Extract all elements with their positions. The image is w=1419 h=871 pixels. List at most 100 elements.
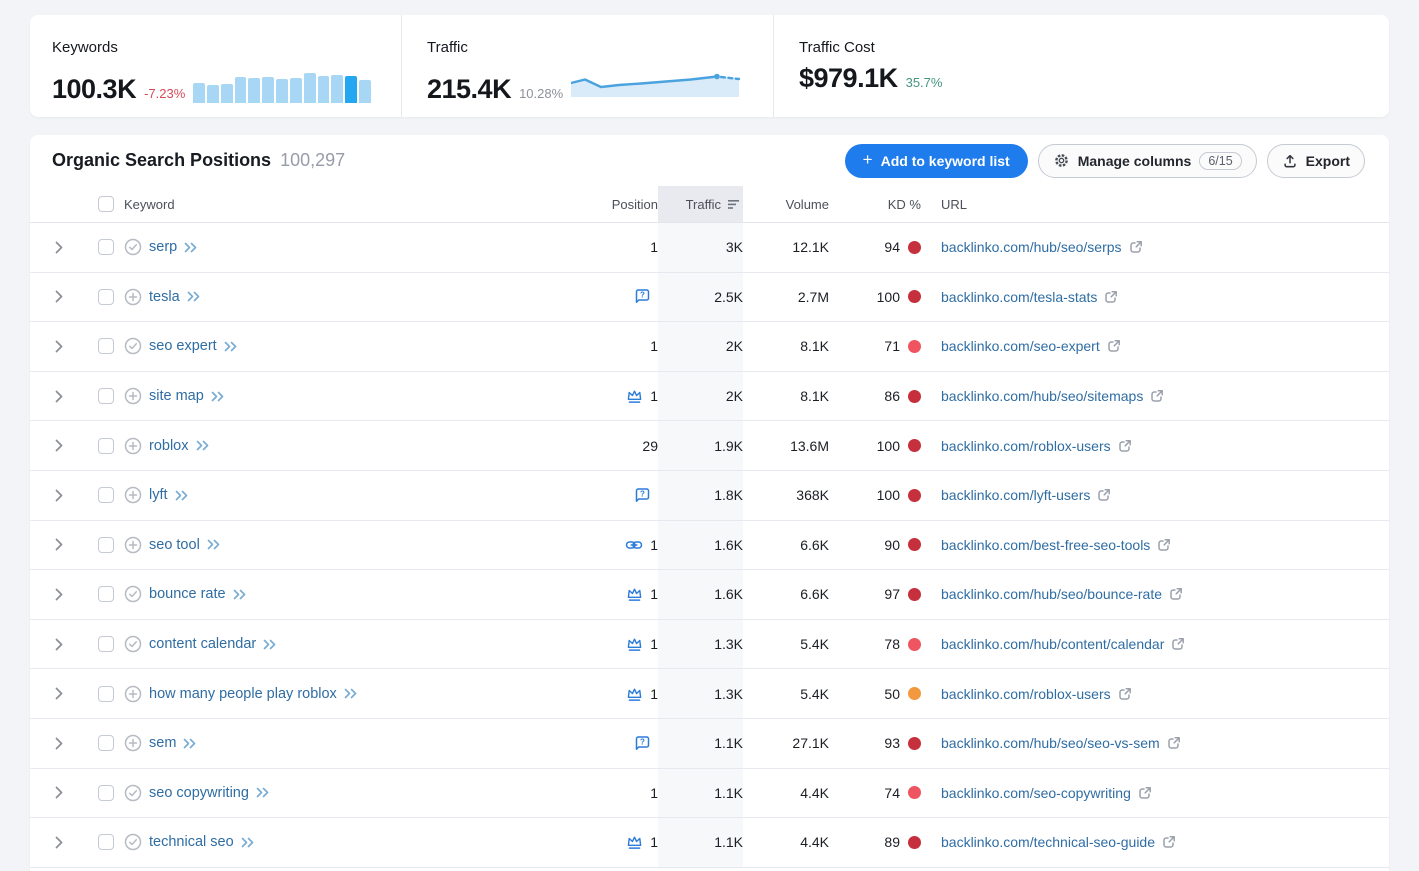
open-keyword-icon[interactable]	[241, 837, 255, 848]
external-link-icon[interactable]	[1107, 339, 1121, 353]
open-keyword-icon[interactable]	[233, 589, 247, 600]
select-all-checkbox[interactable]	[98, 196, 114, 212]
keyword-link[interactable]: bounce rate	[149, 586, 226, 602]
col-kd[interactable]: KD %	[829, 186, 921, 222]
row-checkbox[interactable]	[98, 239, 114, 255]
row-checkbox[interactable]	[98, 338, 114, 354]
keywords-value: 100.3K	[52, 76, 136, 103]
url-link[interactable]: backlinko.com/hub/seo/seo-vs-sem	[941, 735, 1160, 751]
expand-row-button[interactable]	[30, 223, 88, 272]
open-keyword-icon[interactable]	[196, 440, 210, 451]
keyword-link[interactable]: lyft	[149, 487, 168, 503]
external-link-icon[interactable]	[1118, 439, 1132, 453]
col-volume[interactable]: Volume	[743, 186, 829, 222]
url-link[interactable]: backlinko.com/hub/seo/sitemaps	[941, 388, 1143, 404]
url-link[interactable]: backlinko.com/lyft-users	[941, 487, 1090, 503]
add-to-keyword-list-button[interactable]: + Add to keyword list	[845, 144, 1028, 178]
chevron-right-icon	[55, 538, 63, 551]
external-link-icon[interactable]	[1097, 488, 1111, 502]
position-value: 1	[650, 388, 658, 404]
open-keyword-icon[interactable]	[256, 787, 270, 798]
keywords-bar	[276, 79, 288, 103]
open-keyword-icon[interactable]	[175, 490, 189, 501]
row-checkbox[interactable]	[98, 834, 114, 850]
row-checkbox[interactable]	[98, 586, 114, 602]
chevron-right-icon	[55, 786, 63, 799]
traffic-value: 1.1K	[658, 719, 743, 768]
open-keyword-icon[interactable]	[187, 291, 201, 302]
external-link-icon[interactable]	[1169, 587, 1183, 601]
keyword-link[interactable]: seo copywriting	[149, 785, 249, 801]
url-link[interactable]: backlinko.com/seo-copywriting	[941, 785, 1131, 801]
col-position[interactable]: Position	[516, 186, 658, 222]
results-count: 100,297	[280, 150, 345, 171]
url-link[interactable]: backlinko.com/roblox-users	[941, 438, 1111, 454]
keyword-link[interactable]: roblox	[149, 438, 189, 454]
external-link-icon[interactable]	[1138, 786, 1152, 800]
expand-row-button[interactable]	[30, 769, 88, 818]
url-link[interactable]: backlinko.com/hub/seo/bounce-rate	[941, 586, 1162, 602]
external-link-icon[interactable]	[1118, 687, 1132, 701]
keyword-link[interactable]: site map	[149, 388, 204, 404]
export-button[interactable]: Export	[1267, 144, 1365, 178]
manage-columns-button[interactable]: Manage columns 6/15	[1038, 144, 1257, 178]
row-checkbox[interactable]	[98, 636, 114, 652]
keyword-link[interactable]: sem	[149, 735, 176, 751]
open-keyword-icon[interactable]	[224, 341, 238, 352]
keyword-link[interactable]: seo expert	[149, 338, 217, 354]
keyword-link[interactable]: tesla	[149, 289, 180, 305]
keyword-link[interactable]: content calendar	[149, 636, 256, 652]
open-keyword-icon[interactable]	[183, 738, 197, 749]
external-link-icon[interactable]	[1171, 637, 1185, 651]
row-checkbox[interactable]	[98, 289, 114, 305]
url-link[interactable]: backlinko.com/tesla-stats	[941, 289, 1097, 305]
open-keyword-icon[interactable]	[207, 539, 221, 550]
row-checkbox[interactable]	[98, 785, 114, 801]
expand-row-button[interactable]	[30, 372, 88, 421]
expand-row-button[interactable]	[30, 521, 88, 570]
expand-row-button[interactable]	[30, 471, 88, 520]
open-keyword-icon[interactable]	[344, 688, 358, 699]
row-checkbox[interactable]	[98, 686, 114, 702]
external-link-icon[interactable]	[1157, 538, 1171, 552]
expand-row-button[interactable]	[30, 669, 88, 718]
crown-icon	[626, 388, 643, 404]
url-link[interactable]: backlinko.com/seo-expert	[941, 338, 1100, 354]
open-keyword-icon[interactable]	[263, 639, 277, 650]
row-checkbox[interactable]	[98, 487, 114, 503]
row-checkbox[interactable]	[98, 537, 114, 553]
open-keyword-icon[interactable]	[211, 391, 225, 402]
expand-row-button[interactable]	[30, 273, 88, 322]
external-link-icon[interactable]	[1129, 240, 1143, 254]
keyword-link[interactable]: how many people play roblox	[149, 686, 337, 702]
row-checkbox[interactable]	[98, 438, 114, 454]
keyword-link[interactable]: serp	[149, 239, 177, 255]
expand-row-button[interactable]	[30, 322, 88, 371]
url-link[interactable]: backlinko.com/roblox-users	[941, 686, 1111, 702]
row-checkbox[interactable]	[98, 388, 114, 404]
kd-difficulty-dot	[908, 638, 921, 651]
expand-row-button[interactable]	[30, 570, 88, 619]
row-checkbox[interactable]	[98, 735, 114, 751]
expand-row-button[interactable]	[30, 719, 88, 768]
external-link-icon[interactable]	[1167, 736, 1181, 750]
keyword-link[interactable]: technical seo	[149, 834, 234, 850]
expand-row-button[interactable]	[30, 620, 88, 669]
url-link[interactable]: backlinko.com/technical-seo-guide	[941, 834, 1155, 850]
url-link[interactable]: backlinko.com/hub/content/calendar	[941, 636, 1164, 652]
chevron-right-icon	[55, 340, 63, 353]
url-link[interactable]: backlinko.com/hub/seo/serps	[941, 239, 1122, 255]
keyword-link[interactable]: seo tool	[149, 537, 200, 553]
col-traffic[interactable]: Traffic	[658, 186, 743, 222]
external-link-icon[interactable]	[1162, 835, 1176, 849]
external-link-icon[interactable]	[1104, 290, 1118, 304]
url-link[interactable]: backlinko.com/best-free-seo-tools	[941, 537, 1150, 553]
expand-row-button[interactable]	[30, 421, 88, 470]
kd-value: 71	[884, 338, 900, 354]
expand-row-button[interactable]	[30, 818, 88, 867]
table-row: seo expert ?	[30, 322, 1389, 372]
open-keyword-icon[interactable]	[184, 242, 198, 253]
external-link-icon[interactable]	[1150, 389, 1164, 403]
plus-circle-icon	[124, 387, 142, 405]
position-value: 1	[650, 686, 658, 702]
